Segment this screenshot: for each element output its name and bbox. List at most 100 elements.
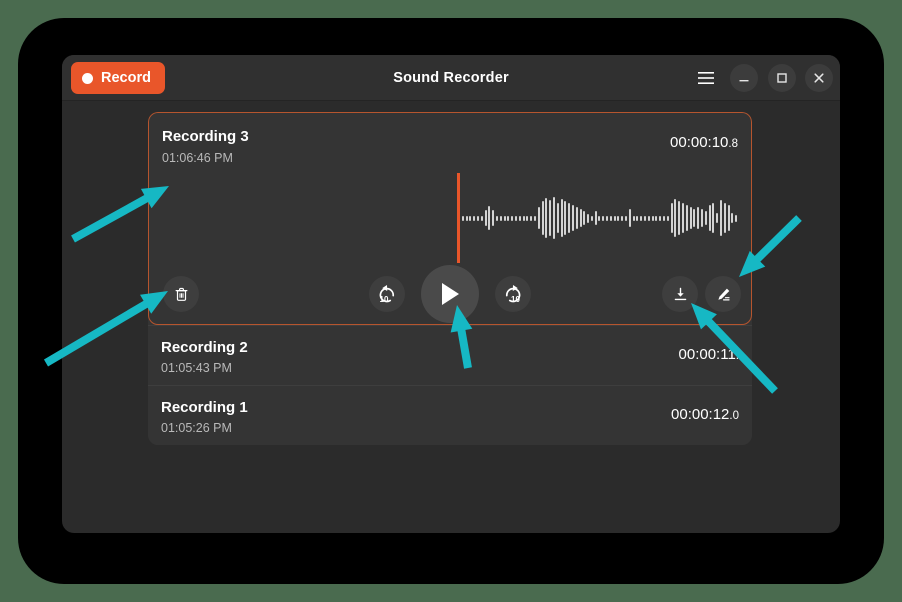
- recording-timestamp: 01:05:26 PM: [161, 421, 232, 435]
- waveform-bar: [716, 213, 719, 223]
- waveform-bar: [625, 215, 628, 221]
- waveform-bar: [590, 215, 593, 221]
- maximize-icon: [777, 73, 787, 83]
- waveform-bar: [579, 209, 582, 227]
- waveform-bar: [666, 215, 669, 221]
- waveform-bar: [636, 215, 639, 221]
- seek-backward-button[interactable]: 10: [369, 276, 405, 312]
- waveform-bar: [712, 203, 715, 233]
- delete-button[interactable]: [163, 276, 199, 312]
- waveform-bar: [678, 201, 681, 235]
- play-button[interactable]: [421, 265, 479, 323]
- waveform-bar: [575, 207, 578, 229]
- waveform-bar: [564, 201, 567, 235]
- waveform-bar: [735, 214, 738, 222]
- waveform-bar: [644, 215, 647, 221]
- waveform-bar: [682, 203, 685, 233]
- waveform-bar: [461, 215, 464, 221]
- waveform-bar: [541, 201, 544, 235]
- waveform-bar: [568, 203, 571, 233]
- waveform-bar: [723, 203, 726, 233]
- rename-button[interactable]: [705, 276, 741, 312]
- close-button[interactable]: [805, 64, 833, 92]
- waveform-bar: [495, 215, 498, 221]
- waveform-bar: [583, 211, 586, 225]
- waveform-bar: [663, 215, 666, 221]
- record-dot-icon: [82, 72, 93, 84]
- minimize-button[interactable]: [730, 64, 758, 92]
- waveform-bar: [507, 215, 510, 221]
- recording-title: Recording 1: [161, 399, 248, 416]
- recording-duration: 00:00:12.0: [671, 406, 739, 423]
- page-title: Sound Recorder: [393, 70, 509, 86]
- playhead-cursor[interactable]: [457, 173, 460, 263]
- application-window: Record Sound Recorder Recording 3 01:06:…: [62, 55, 840, 533]
- record-button[interactable]: Record: [71, 62, 165, 94]
- waveform-bar: [484, 210, 487, 226]
- waveform-bar: [571, 205, 574, 231]
- recording-timestamp: 01:06:46 PM: [162, 151, 233, 165]
- waveform-bar: [674, 199, 677, 237]
- waveform-bar: [704, 211, 707, 225]
- waveform-bar: [473, 215, 476, 221]
- waveform-bar: [640, 215, 643, 221]
- waveform-bar: [602, 215, 605, 221]
- recording-row[interactable]: Recording 1 01:05:26 PM 00:00:12.0: [148, 385, 752, 445]
- trash-icon: [175, 287, 187, 301]
- waveform-bar: [606, 215, 609, 221]
- waveform-bar: [693, 209, 696, 227]
- export-button[interactable]: [662, 276, 698, 312]
- seek-forward-button[interactable]: 10: [495, 276, 531, 312]
- waveform-bar: [689, 207, 692, 229]
- recording-duration: 00:00:10.8: [670, 134, 738, 151]
- waveform-bar: [647, 215, 650, 221]
- waveform-bar: [556, 203, 559, 233]
- waveform-bar: [659, 215, 662, 221]
- waveform-bar: [499, 215, 502, 221]
- waveform-bar: [731, 213, 734, 223]
- waveform-bar: [594, 211, 597, 225]
- player-controls: 10 10: [149, 265, 751, 325]
- seek-forward-icon: [505, 285, 521, 303]
- waveform-bar: [518, 215, 521, 221]
- waveform-bar: [609, 215, 612, 221]
- waveform-bar: [613, 215, 616, 221]
- recordings-list: Recording 3 01:06:46 PM 00:00:10.8 10 10…: [148, 112, 752, 445]
- waveform-bar: [537, 207, 540, 229]
- close-icon: [814, 73, 824, 83]
- waveform-bar: [545, 198, 548, 238]
- recording-timestamp: 01:05:43 PM: [161, 361, 232, 375]
- waveform-bar: [514, 215, 517, 221]
- recording-card-selected[interactable]: Recording 3 01:06:46 PM 00:00:10.8 10 10: [148, 112, 752, 325]
- minimize-icon: [739, 80, 749, 82]
- recording-duration: 00:00:11.: [678, 346, 739, 363]
- waveform-bar: [587, 213, 590, 223]
- waveform-bar: [628, 209, 631, 227]
- recording-title: Recording 3: [162, 128, 249, 145]
- waveform-bars: [458, 173, 738, 263]
- waveform-bar: [719, 200, 722, 236]
- waveform-bar: [655, 215, 658, 221]
- header-bar: Record Sound Recorder: [62, 55, 840, 101]
- waveform-bar: [522, 215, 525, 221]
- waveform-bar: [503, 215, 506, 221]
- pencil-edit-icon: [717, 288, 730, 300]
- waveform-bar: [492, 210, 495, 226]
- seek-backward-icon: [379, 285, 395, 303]
- waveform-bar: [480, 215, 483, 221]
- waveform[interactable]: [162, 173, 738, 263]
- record-button-label: Record: [101, 70, 151, 86]
- maximize-button[interactable]: [768, 64, 796, 92]
- waveform-bar: [727, 205, 730, 231]
- waveform-bar: [465, 215, 468, 221]
- waveform-bar: [560, 199, 563, 237]
- waveform-bar: [476, 215, 479, 221]
- hamburger-menu-button[interactable]: [692, 64, 720, 92]
- waveform-bar: [670, 203, 673, 233]
- waveform-bar: [549, 200, 552, 236]
- recording-row[interactable]: Recording 2 01:05:43 PM 00:00:11.: [148, 325, 752, 385]
- waveform-bar: [526, 215, 529, 221]
- waveform-bar: [701, 209, 703, 227]
- waveform-bar: [469, 215, 472, 221]
- waveform-bar: [488, 206, 491, 230]
